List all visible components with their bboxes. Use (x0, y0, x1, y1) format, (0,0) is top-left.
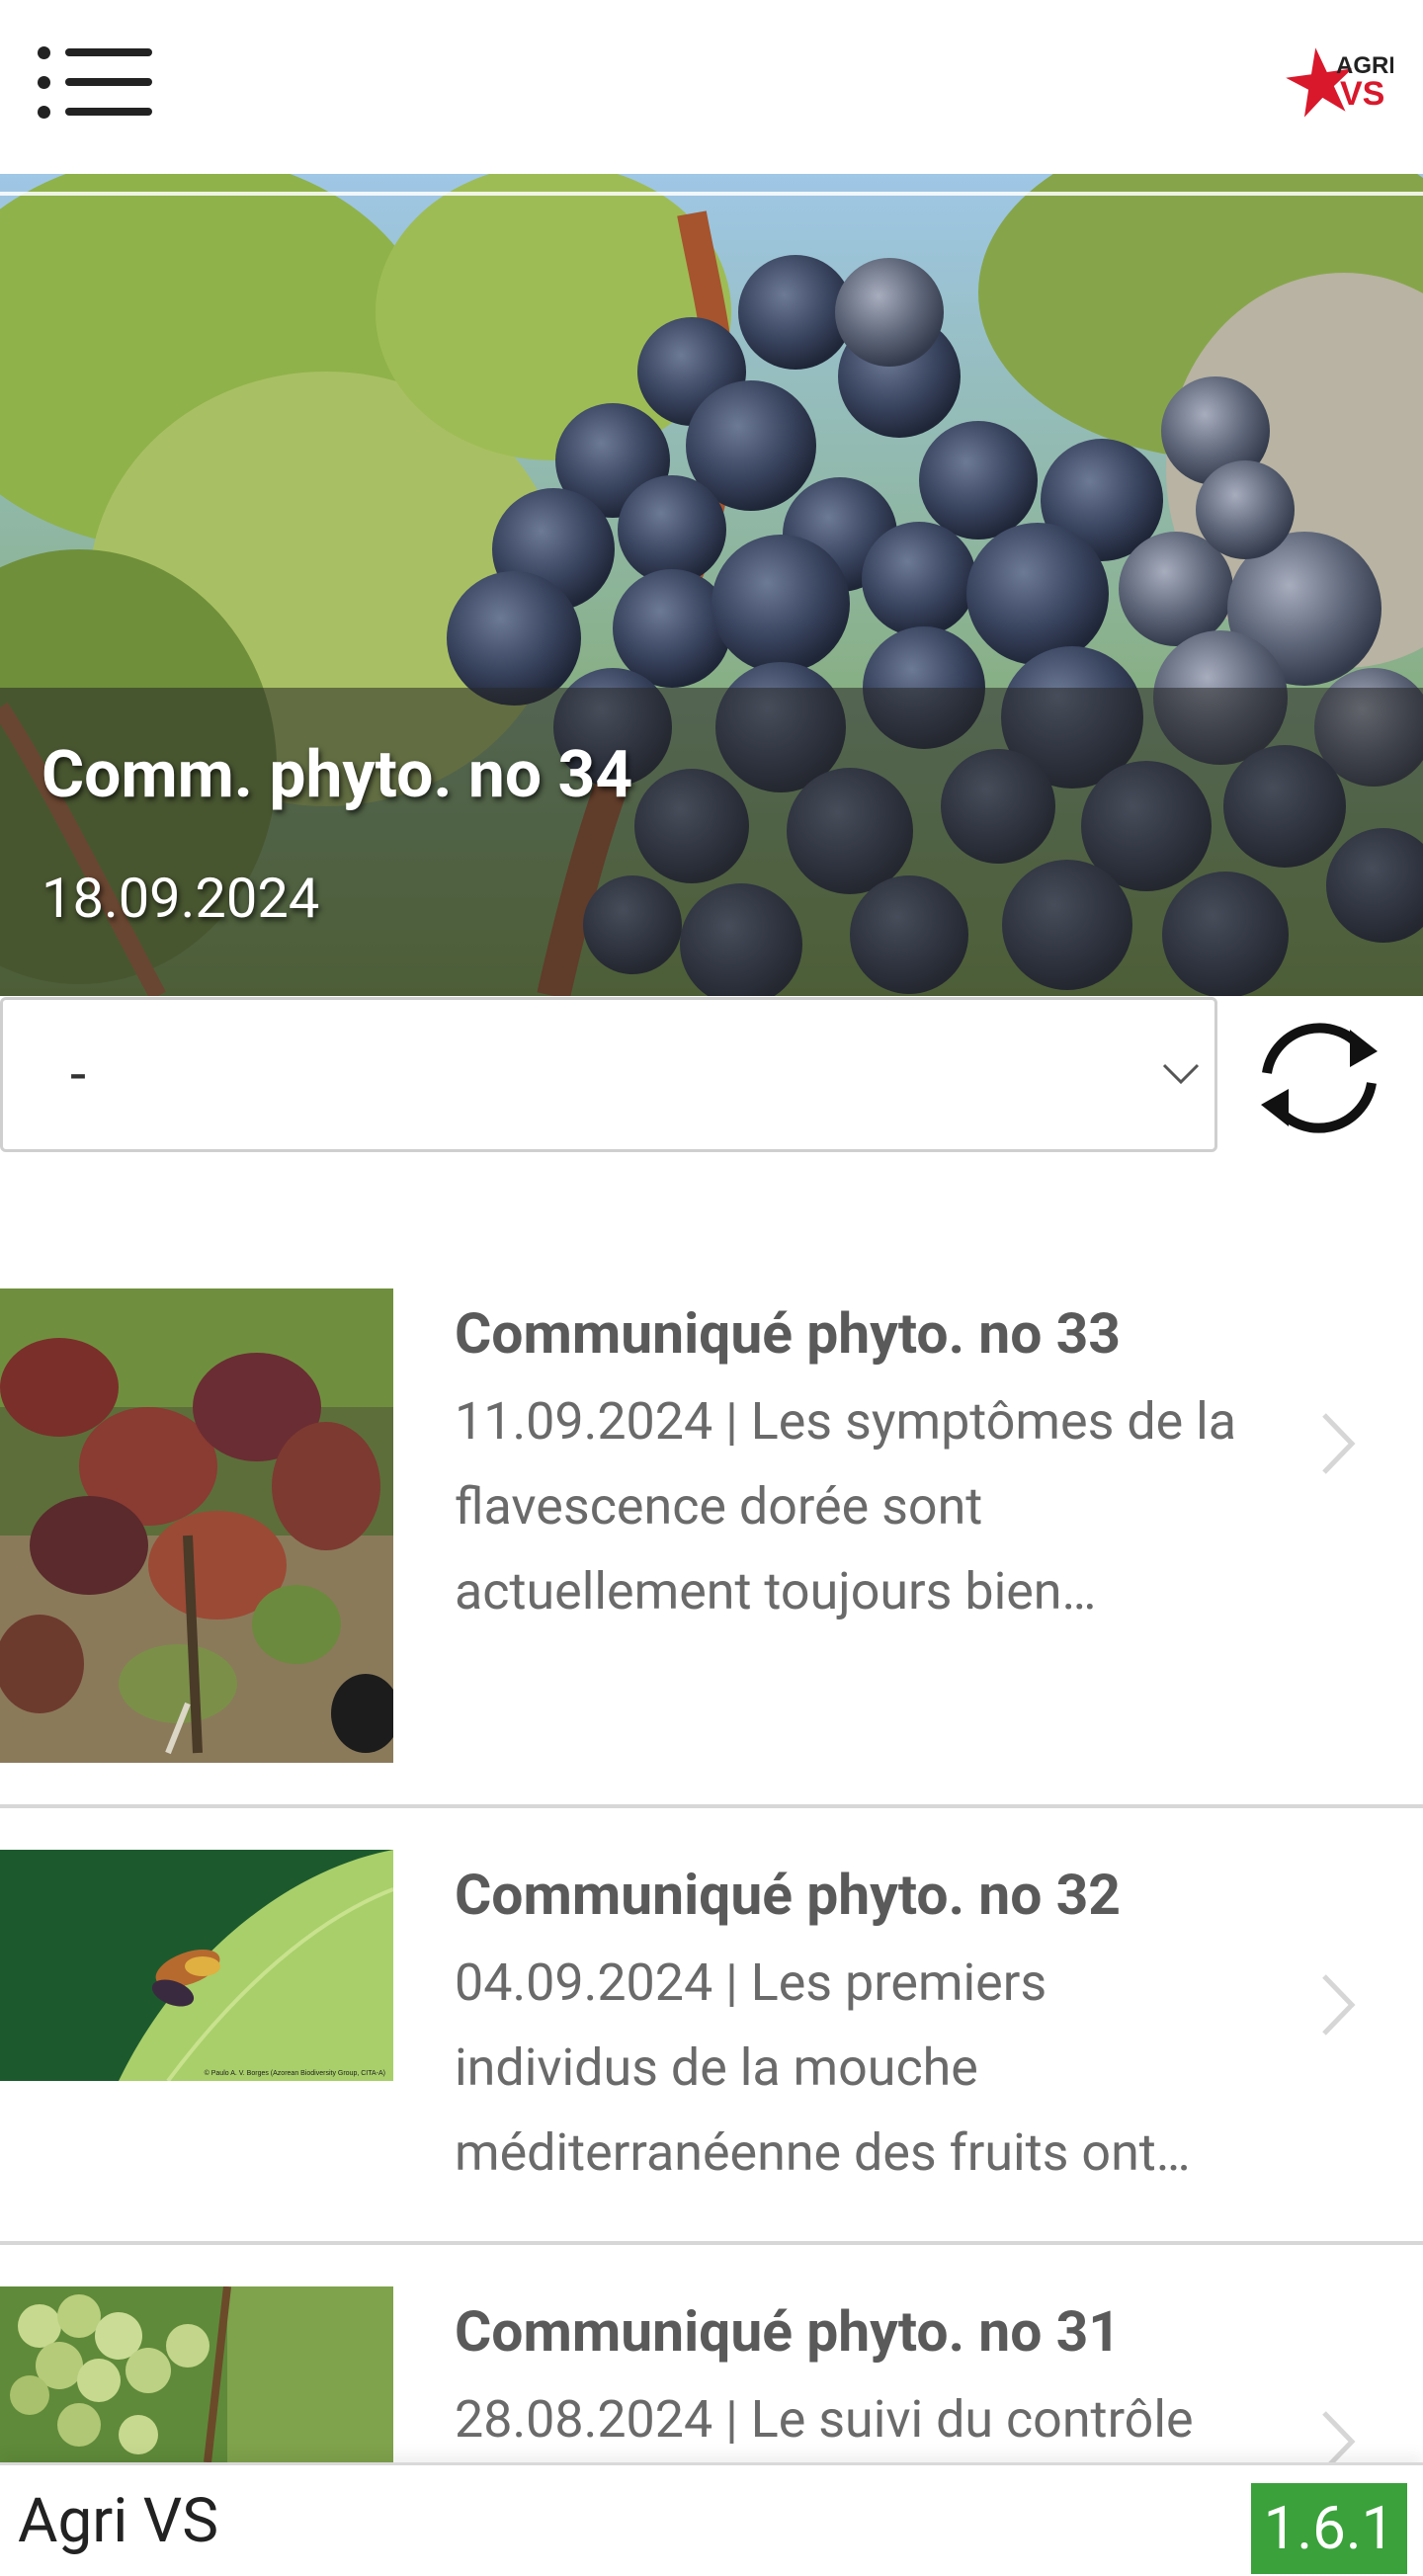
version-badge: 1.6.1 (1251, 2483, 1407, 2574)
item-description-line: actuellement toujours bien… (455, 1561, 1097, 1621)
hero-caption-overlay (0, 688, 1423, 996)
item-description-line: individus de la mouche (455, 2037, 978, 2098)
footer-bar: Agri VS 1.6.1 (0, 2462, 1423, 2576)
footer-app-name: Agri VS (18, 2485, 219, 2557)
list-divider (0, 2241, 1423, 2245)
refresh-button[interactable] (1247, 1016, 1391, 1140)
item-description-line: méditerranéenne des fruits ont… (455, 2122, 1191, 2183)
article-thumbnail (0, 2286, 393, 2462)
menu-button[interactable] (38, 40, 156, 126)
item-description-line: 11.09.2024 | Les symptômes de la (455, 1391, 1237, 1452)
item-title: Communiqué phyto. no 31 (455, 2298, 1121, 2365)
list-item[interactable]: Communiqué phyto. no 33 11.09.2024 | Les… (0, 1288, 1423, 1804)
logo-text-vs: VS (1340, 75, 1384, 113)
chevron-right-icon (1322, 1413, 1356, 1474)
featured-article-card[interactable]: Comm. phyto. no 34 18.09.2024 (0, 174, 1423, 996)
chevron-right-icon (1322, 1974, 1356, 2036)
photo-credit: © Paulo A. V. Borges (Azorean Biodiversi… (205, 2069, 385, 2077)
hero-date: 18.09.2024 (42, 866, 320, 931)
header-divider (0, 192, 1423, 196)
article-thumbnail: © Paulo A. V. Borges (Azorean Biodiversi… (0, 1850, 393, 2081)
item-title: Communiqué phyto. no 33 (455, 1300, 1121, 1367)
list-item[interactable]: Communiqué phyto. no 31 28.08.2024 | Le … (0, 2286, 1423, 2462)
article-thumbnail (0, 1288, 393, 1763)
list-divider (0, 1804, 1423, 1808)
top-bar: AGRI VS (0, 0, 1423, 174)
item-title: Communiqué phyto. no 32 (455, 1862, 1121, 1928)
chevron-down-icon (1162, 1063, 1200, 1085)
hero-title: Comm. phyto. no 34 (42, 737, 633, 813)
list-item[interactable]: © Paulo A. V. Borges (Azorean Biodiversi… (0, 1850, 1423, 2241)
chevron-right-icon (1322, 2411, 1356, 2462)
refresh-icon (1261, 1023, 1378, 1133)
category-select[interactable]: - (0, 997, 1217, 1152)
app-screen: AGRI VS Comm. phyto. no 34 18.09.2024 - … (0, 0, 1423, 2576)
category-select-value: - (70, 1041, 87, 1109)
item-description-line: flavescence dorée sont (455, 1476, 983, 1537)
item-description-line: 04.09.2024 | Les premiers (455, 1953, 1047, 2013)
agri-vs-logo: AGRI VS (1285, 40, 1393, 128)
item-description-line: 28.08.2024 | Le suivi du contrôle (455, 2389, 1194, 2450)
